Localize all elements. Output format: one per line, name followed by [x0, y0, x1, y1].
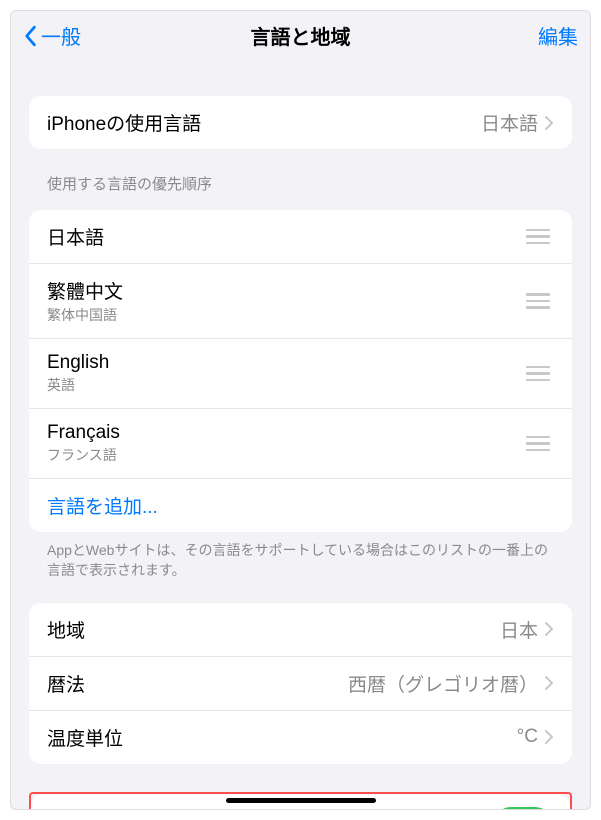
- toggle-knob: [520, 809, 550, 810]
- chevron-right-icon: [544, 729, 554, 745]
- language-title: 繁體中文: [47, 277, 522, 304]
- calendar-row[interactable]: 暦法 西暦（グレゴリオ暦）: [29, 657, 572, 711]
- navigation-bar: 一般 言語と地域 編集: [11, 11, 590, 60]
- preferred-languages-footer: AppとWebサイトは、その言語をサポートしている場合はこのリストの一番上の言語…: [29, 532, 572, 581]
- language-title: English: [47, 352, 522, 374]
- home-indicator[interactable]: [226, 798, 376, 803]
- language-row[interactable]: Françaisフランス語: [29, 409, 572, 479]
- chevron-left-icon: [23, 25, 37, 47]
- calendar-value: 西暦（グレゴリオ暦）: [348, 670, 538, 697]
- region-label: 地域: [47, 616, 500, 643]
- drag-handle-icon[interactable]: [522, 289, 554, 313]
- back-label: 一般: [41, 21, 81, 50]
- region-value: 日本: [500, 616, 538, 643]
- iphone-language-row[interactable]: iPhoneの使用言語 日本語: [29, 96, 572, 149]
- region-settings-group: 地域 日本 暦法 西暦（グレゴリオ暦） 温度単位 °C: [29, 603, 572, 764]
- nav-title: 言語と地域: [251, 21, 351, 50]
- drag-handle-icon[interactable]: [522, 432, 554, 456]
- iphone-language-group: iPhoneの使用言語 日本語: [29, 96, 572, 149]
- add-language-label: 言語を追加...: [47, 492, 158, 519]
- language-row[interactable]: 繁體中文繁体中国語: [29, 264, 572, 339]
- iphone-language-value: 日本語: [481, 109, 538, 136]
- language-row[interactable]: 日本語: [29, 210, 572, 264]
- chevron-right-icon: [544, 621, 554, 637]
- language-subtitle: フランス語: [47, 445, 522, 465]
- live-text-toggle[interactable]: [494, 807, 552, 810]
- region-row[interactable]: 地域 日本: [29, 603, 572, 657]
- edit-button[interactable]: 編集: [538, 21, 578, 50]
- settings-screen: 一般 言語と地域 編集 iPhoneの使用言語 日本語 使用する言語の優先順序 …: [10, 10, 591, 810]
- language-subtitle: 繁体中国語: [47, 305, 522, 325]
- content: iPhoneの使用言語 日本語 使用する言語の優先順序 日本語繁體中文繁体中国語…: [11, 96, 590, 810]
- add-language-row[interactable]: 言語を追加...: [29, 479, 572, 532]
- back-button[interactable]: 一般: [23, 21, 81, 50]
- temperature-row[interactable]: 温度単位 °C: [29, 711, 572, 764]
- temperature-value: °C: [517, 726, 538, 748]
- chevron-right-icon: [544, 115, 554, 131]
- language-subtitle: 英語: [47, 375, 522, 395]
- chevron-right-icon: [544, 675, 554, 691]
- preferred-languages-group: 日本語繁體中文繁体中国語English英語Françaisフランス語言語を追加.…: [29, 210, 572, 532]
- language-title: Français: [47, 422, 522, 444]
- language-row[interactable]: English英語: [29, 339, 572, 409]
- drag-handle-icon[interactable]: [522, 362, 554, 386]
- language-title: 日本語: [47, 223, 522, 250]
- iphone-language-label: iPhoneの使用言語: [47, 109, 481, 136]
- preferred-languages-header: 使用する言語の優先順序: [29, 173, 572, 202]
- temperature-label: 温度単位: [47, 724, 517, 751]
- calendar-label: 暦法: [47, 670, 348, 697]
- drag-handle-icon[interactable]: [522, 225, 554, 249]
